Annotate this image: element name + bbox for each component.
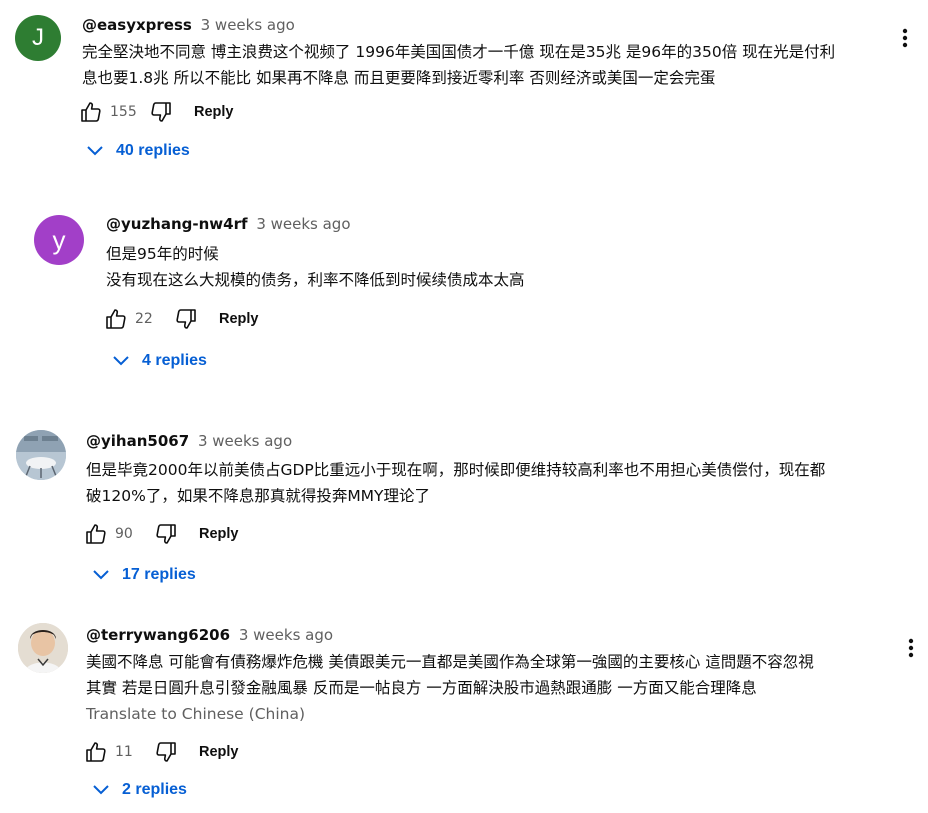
thumb-up-icon — [81, 102, 101, 122]
comment-line: 息也要1.8兆 所以不能比 如果再不降息 而且更要降到接近零利率 否则经济或美国… — [82, 69, 716, 87]
more-vert-icon — [908, 638, 914, 658]
thumb-up-icon — [86, 524, 106, 544]
avatar[interactable] — [16, 430, 66, 480]
translate-link[interactable]: Translate to Chinese (China) — [86, 705, 305, 723]
dislike-button[interactable] — [153, 739, 179, 765]
like-count: 11 — [115, 744, 133, 760]
replies-count-label: 4 replies — [142, 352, 207, 369]
avatar-image — [16, 430, 66, 480]
comment-time[interactable]: 3 weeks ago — [256, 215, 350, 233]
view-replies-button[interactable]: 17 replies — [92, 566, 196, 584]
reply-button[interactable]: Reply — [199, 744, 239, 760]
comment-text: 完全堅決地不同意 博主浪费这个视频了 1996年美国国债才一千億 现在是35兆 … — [82, 39, 912, 91]
comment-actions: 11 Reply — [83, 738, 239, 766]
view-replies-button[interactable]: 2 replies — [92, 781, 187, 799]
avatar-image — [18, 623, 68, 673]
comment-line: 美國不降息 可能會有債務爆炸危機 美債跟美元一直都是美國作為全球第一強國的主要核… — [86, 653, 814, 671]
comment-header: @easyxpress 3 weeks ago — [82, 16, 295, 34]
thumb-down-icon — [156, 524, 176, 544]
like-count: 22 — [135, 311, 153, 327]
chevron-down-icon — [86, 145, 104, 157]
comment-line: 其實 若是日圓升息引發金融風暴 反而是一帖良方 一方面解決股市過熱跟通膨 一方面… — [86, 679, 757, 697]
comment-actions: 90 Reply — [83, 520, 239, 548]
view-replies-button[interactable]: 40 replies — [86, 142, 190, 160]
thumb-down-icon — [151, 102, 171, 122]
comment-line: 没有现在这么大规模的债务，利率不降低到时候续债成本太高 — [106, 271, 525, 289]
comment-time[interactable]: 3 weeks ago — [198, 432, 292, 450]
like-count: 155 — [110, 104, 137, 120]
comment-time[interactable]: 3 weeks ago — [239, 626, 333, 644]
thumb-down-icon — [156, 742, 176, 762]
like-button[interactable] — [78, 99, 104, 125]
comment-line: 但是95年的时候 — [106, 245, 219, 263]
author-handle[interactable]: @terrywang6206 — [86, 626, 230, 644]
avatar-letter: J — [32, 24, 44, 51]
chevron-down-icon — [92, 784, 110, 796]
reply-button[interactable]: Reply — [219, 311, 259, 327]
replies-count-label: 17 replies — [122, 566, 196, 583]
replies-count-label: 2 replies — [122, 781, 187, 798]
dislike-button[interactable] — [153, 521, 179, 547]
like-button[interactable] — [103, 306, 129, 332]
author-handle[interactable]: @yihan5067 — [86, 432, 189, 450]
dislike-button[interactable] — [148, 99, 174, 125]
reply-button[interactable]: Reply — [199, 526, 239, 542]
comment-actions: 22 Reply — [103, 305, 259, 333]
avatar[interactable]: y — [34, 215, 84, 265]
comment-header: @terrywang6206 3 weeks ago — [86, 626, 333, 644]
author-handle[interactable]: @easyxpress — [82, 16, 192, 34]
like-count: 90 — [115, 526, 133, 542]
comment-text: 美國不降息 可能會有債務爆炸危機 美債跟美元一直都是美國作為全球第一強國的主要核… — [86, 649, 906, 701]
comment-time[interactable]: 3 weeks ago — [201, 16, 295, 34]
dislike-button[interactable] — [173, 306, 199, 332]
comment-header: @yihan5067 3 weeks ago — [86, 432, 292, 450]
like-button[interactable] — [83, 521, 109, 547]
comment-actions: 155 Reply — [78, 98, 234, 126]
avatar[interactable]: J — [15, 15, 61, 61]
comment-header: @yuzhang-nw4rf 3 weeks ago — [106, 215, 351, 233]
like-button[interactable] — [83, 739, 109, 765]
thumb-down-icon — [176, 309, 196, 329]
reply-button[interactable]: Reply — [194, 104, 234, 120]
avatar[interactable] — [18, 623, 68, 673]
comment-text: 但是95年的时候 没有现在这么大规模的债务，利率不降低到时候续债成本太高 — [106, 241, 906, 293]
thumb-up-icon — [86, 742, 106, 762]
author-handle[interactable]: @yuzhang-nw4rf — [106, 215, 248, 233]
replies-count-label: 40 replies — [116, 142, 190, 159]
view-replies-button[interactable]: 4 replies — [112, 352, 207, 370]
thumb-up-icon — [106, 309, 126, 329]
comment-line: 但是毕竟2000年以前美债占GDP比重远小于现在啊，那时候即便维持较高利率也不用… — [86, 461, 826, 479]
chevron-down-icon — [92, 569, 110, 581]
comment-text: 但是毕竟2000年以前美债占GDP比重远小于现在啊，那时候即便维持较高利率也不用… — [86, 457, 922, 509]
comment-line: 完全堅決地不同意 博主浪费这个视频了 1996年美国国债才一千億 现在是35兆 … — [82, 43, 836, 61]
comment-line: 破120%了，如果不降息那真就得投奔MMY理论了 — [86, 487, 431, 505]
avatar-letter: y — [52, 224, 66, 255]
chevron-down-icon — [112, 355, 130, 367]
